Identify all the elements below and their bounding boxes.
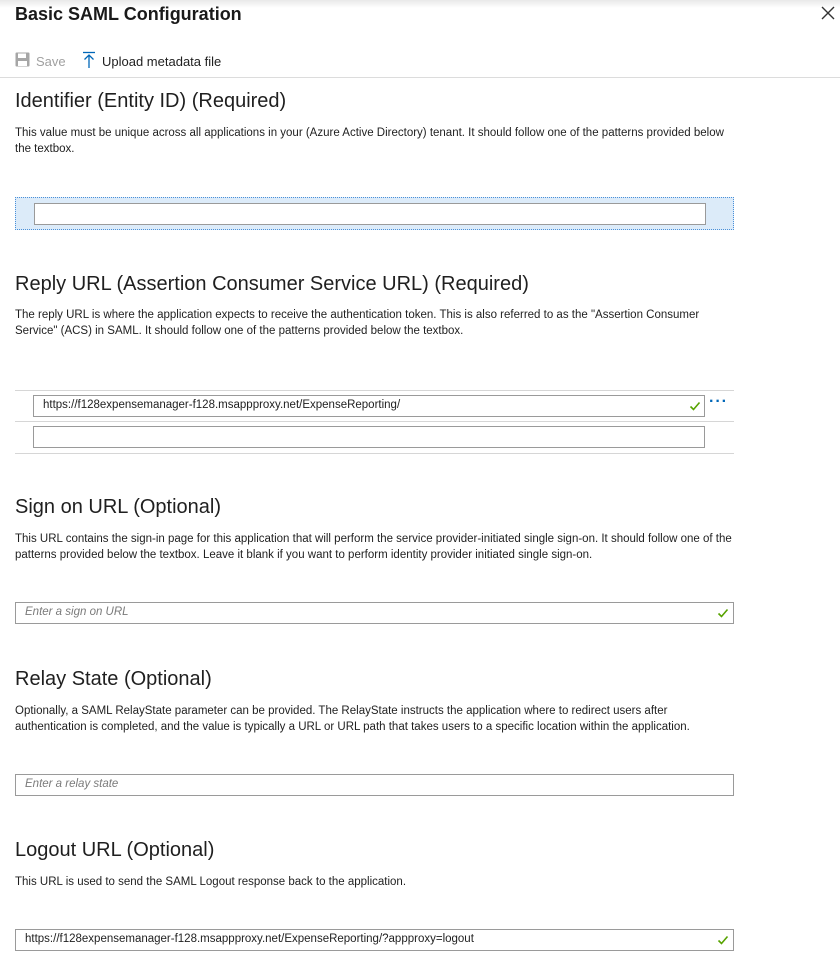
valid-check-icon: [717, 933, 729, 951]
identifier-heading: Identifier (Entity ID) (Required): [15, 90, 287, 112]
relay-state-heading: Relay State (Optional): [15, 668, 212, 690]
save-label: Save: [36, 53, 66, 69]
relay-state-placeholder: Enter a relay state: [25, 778, 119, 790]
relay-state-input[interactable]: Enter a relay state: [15, 774, 734, 796]
reply-url-divider: [15, 453, 734, 454]
reply-url-row: https://f128expensemanager-f128.msapppro…: [15, 390, 734, 422]
sign-on-url-description: This URL contains the sign-in page for t…: [15, 533, 732, 561]
sign-on-url-input[interactable]: Enter a sign on URL: [15, 602, 734, 624]
valid-check-icon: [689, 399, 701, 417]
logout-url-value: https://f128expensemanager-f128.msapppro…: [25, 933, 474, 945]
more-options-icon[interactable]: ···: [709, 394, 728, 410]
panel-title: Basic SAML Configuration: [15, 4, 242, 24]
relay-state-description: Optionally, a SAML RelayState parameter …: [15, 705, 690, 733]
reply-url-value: https://f128expensemanager-f128.msapppro…: [43, 399, 401, 411]
upload-label: Upload metadata file: [102, 53, 222, 69]
reply-url-description: The reply URL is where the application e…: [15, 309, 700, 337]
valid-check-icon: [717, 606, 729, 624]
logout-url-heading: Logout URL (Optional): [15, 839, 215, 861]
save-icon: [15, 52, 30, 70]
reply-url-heading: Reply URL (Assertion Consumer Service UR…: [15, 273, 529, 295]
logout-url-input[interactable]: https://f128expensemanager-f128.msapppro…: [15, 929, 734, 951]
command-bar: Save Upload metadata file: [0, 46, 840, 78]
save-button[interactable]: Save: [15, 50, 66, 72]
reply-url-input-empty[interactable]: [33, 426, 705, 448]
identifier-row-selected[interactable]: [15, 197, 734, 230]
identifier-input[interactable]: [34, 203, 706, 225]
reply-url-row-empty: [15, 421, 734, 453]
sign-on-url-heading: Sign on URL (Optional): [15, 496, 222, 518]
sign-on-url-placeholder: Enter a sign on URL: [25, 606, 129, 618]
reply-url-input[interactable]: https://f128expensemanager-f128.msapppro…: [33, 395, 705, 417]
close-icon[interactable]: [819, 4, 837, 22]
logout-url-description: This URL is used to send the SAML Logout…: [15, 876, 407, 888]
upload-icon: [82, 51, 96, 72]
upload-metadata-button[interactable]: Upload metadata file: [82, 50, 221, 72]
identifier-description: This value must be unique across all app…: [15, 127, 724, 155]
